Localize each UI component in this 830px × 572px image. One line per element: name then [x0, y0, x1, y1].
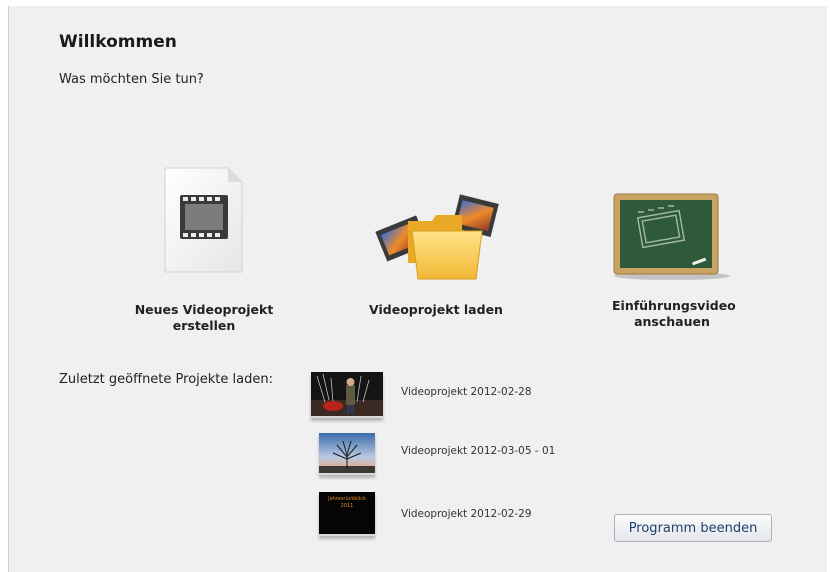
new-video-project-button[interactable]: Neues Videoprojekt erstellen	[104, 164, 304, 334]
load-video-project-button[interactable]: Videoprojekt laden	[336, 181, 536, 318]
title-card-thumbnail: Jahresrückblick 2011	[319, 492, 375, 536]
chalkboard-icon	[572, 184, 772, 280]
quit-program-button[interactable]: Programm beenden	[614, 514, 772, 542]
watch-intro-video-label: Einführungsvideo anschauen	[612, 298, 736, 329]
open-folder-icon	[336, 181, 536, 284]
recent-projects-heading: Zuletzt geöffnete Projekte laden:	[59, 372, 273, 387]
welcome-panel: Willkommen Was möchten Sie tun? Neues Vi…	[8, 6, 827, 572]
recent-project-label: Videoprojekt 2012-02-29	[401, 508, 532, 520]
recent-project-label: Videoprojekt 2012-03-05 - 01	[401, 445, 556, 457]
recent-project-label: Videoprojekt 2012-02-28	[401, 386, 532, 398]
tree-sunset-thumbnail	[319, 433, 375, 475]
watch-intro-video-button[interactable]: Einführungsvideo anschauen	[572, 184, 772, 330]
person-night-thumbnail	[311, 372, 383, 418]
recent-project-item[interactable]: Videoprojekt 2012-03-05 - 01	[311, 433, 641, 483]
recent-project-item[interactable]: Videoprojekt 2012-02-28	[311, 372, 641, 422]
page-subtitle: Was möchten Sie tun?	[59, 72, 204, 87]
new-video-project-label: Neues Videoprojekt erstellen	[134, 302, 274, 333]
new-video-project-icon	[104, 164, 304, 284]
thumbnail-title-text: Jahresrückblick 2011	[328, 496, 366, 509]
load-video-project-label: Videoprojekt laden	[369, 302, 503, 317]
page-title: Willkommen	[59, 32, 177, 52]
recent-project-item[interactable]: Jahresrückblick 2011 Videoprojekt 2012-0…	[311, 492, 641, 542]
